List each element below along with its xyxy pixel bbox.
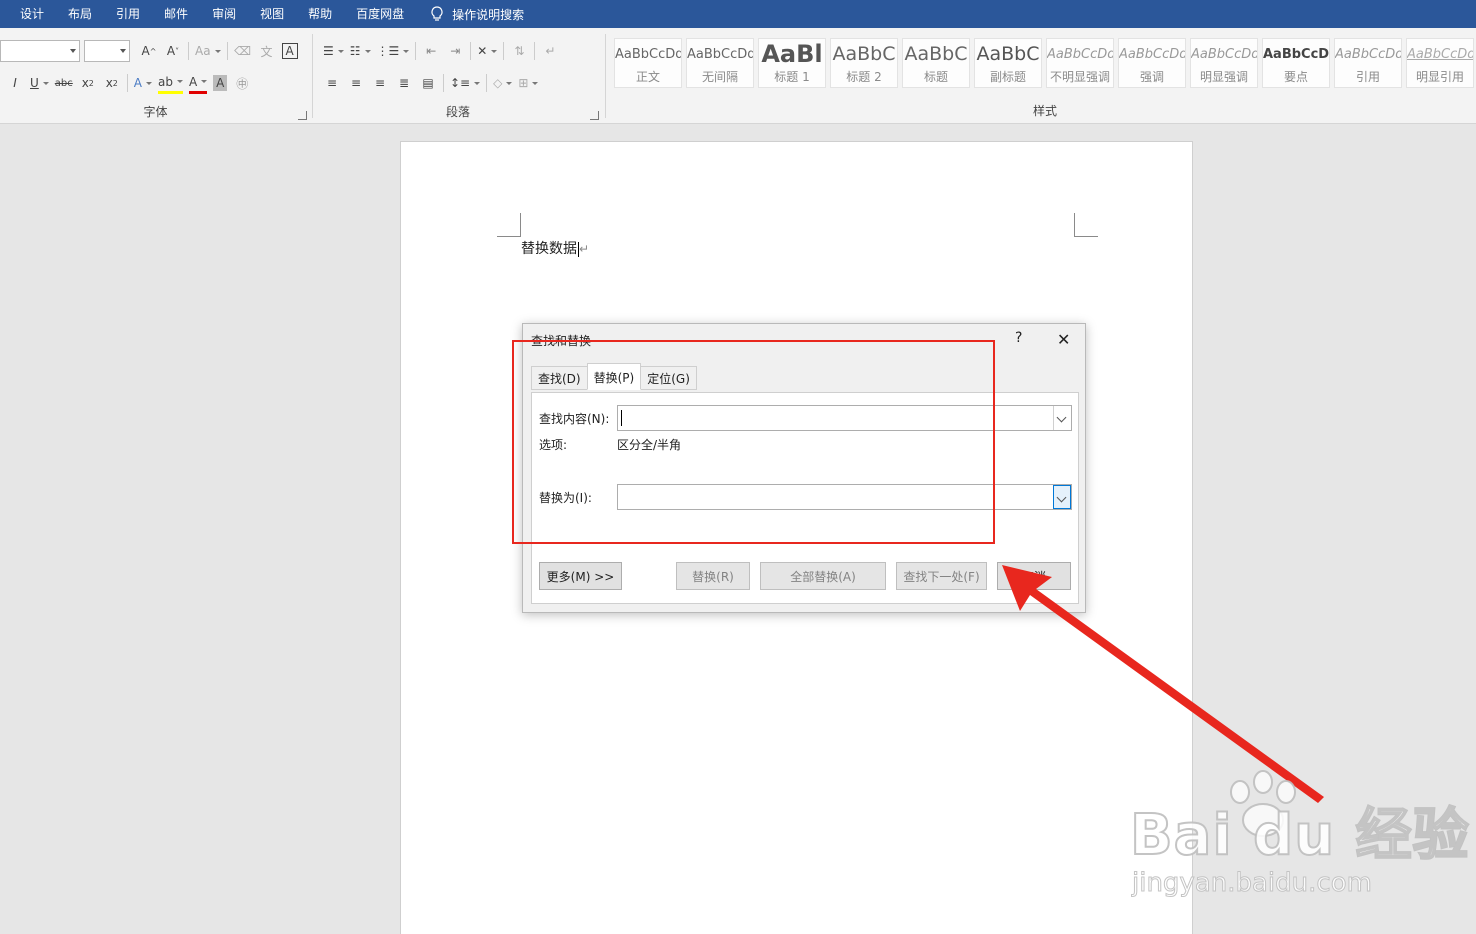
replace-with-label: 替换为(I): [539, 491, 592, 505]
replace-with-input[interactable] [617, 484, 1072, 510]
distributed-icon[interactable]: ▤ [419, 72, 437, 94]
borders-icon[interactable]: ⊞ [518, 72, 538, 94]
superscript-icon[interactable]: x2 [103, 72, 121, 94]
replace-all-button[interactable]: 全部替换(A) [760, 562, 886, 590]
tell-me-label: 操作说明搜索 [452, 7, 525, 22]
bullets-icon[interactable]: ☰ [323, 40, 344, 62]
underline-icon[interactable]: U [30, 72, 49, 94]
shading-icon[interactable]: ◇ [493, 72, 512, 94]
style-heading-2[interactable]: AaBbC 标题 2 [830, 38, 898, 88]
font-dialog-launcher-icon[interactable] [298, 111, 307, 120]
multilevel-list-icon[interactable]: ⋮☰ [377, 40, 410, 62]
char-border-icon[interactable]: A [281, 43, 298, 59]
style-title[interactable]: AaBbC 标题 [902, 38, 970, 88]
font-name-combo[interactable] [0, 40, 80, 62]
styles-group-label: 样式 [1032, 104, 1057, 118]
paragraph-mark-icon: ↵ [579, 242, 590, 256]
justify-icon[interactable]: ≣ [395, 72, 413, 94]
lightbulb-icon [431, 6, 443, 21]
align-right-icon[interactable]: ≡ [371, 72, 389, 94]
highlight-color-icon[interactable]: ab [158, 72, 183, 94]
font-group: A ^ A ˅ Aa ⌫ 文 A I U abc x2 x2 A ab A A ㊥ … [0, 28, 311, 124]
chevron-down-icon[interactable] [1053, 406, 1071, 430]
tab-find[interactable]: 查找(D) [531, 366, 588, 390]
margin-corner-top-right [1074, 213, 1098, 237]
margin-corner-top-left [497, 213, 521, 237]
increase-indent-icon[interactable]: ⇥ [446, 40, 464, 62]
numbering-icon[interactable]: ☷ [350, 40, 371, 62]
menu-mailings[interactable]: 邮件 [152, 0, 200, 28]
document-text: 替换数据 [521, 241, 577, 257]
line-spacing-icon[interactable]: ↕≡ [450, 72, 480, 94]
font-group-label: 字体 [143, 105, 168, 119]
dialog-tabs: 查找(D) 替换(P) 定位(G) [531, 363, 697, 390]
ribbon: A ^ A ˅ Aa ⌫ 文 A I U abc x2 x2 A ab A A ㊥ … [0, 28, 1476, 124]
paw-logo-icon [1230, 770, 1296, 837]
style-subtitle[interactable]: AaBbC 副标题 [974, 38, 1042, 88]
enclose-char-icon[interactable]: ㊥ [233, 72, 251, 94]
italic-icon[interactable]: I [6, 72, 24, 94]
sort-icon[interactable]: ⇅ [510, 40, 528, 62]
menu-bar: 设计 布局 引用 邮件 审阅 视图 帮助 百度网盘 操作说明搜索 [0, 0, 1476, 28]
find-next-button[interactable]: 查找下一处(F) [896, 562, 987, 590]
style-heading-1[interactable]: AaBl 标题 1 [758, 38, 826, 88]
font-size-combo[interactable] [84, 40, 130, 62]
chinese-layout-icon[interactable]: ✕ [477, 40, 497, 62]
cancel-button[interactable]: 取消 [997, 562, 1071, 590]
input-caret [621, 410, 622, 426]
more-button[interactable]: 更多(M) >> [539, 562, 622, 590]
options-label: 选项: [539, 438, 568, 452]
tab-goto[interactable]: 定位(G) [640, 366, 697, 390]
chevron-down-icon[interactable] [1053, 485, 1071, 509]
shrink-font-icon[interactable]: A ˅ [164, 40, 182, 62]
paragraph-dialog-launcher-icon[interactable] [590, 111, 599, 120]
font-color-icon[interactable]: A [189, 72, 208, 94]
style-strong[interactable]: AaBbCcDd要点 [1262, 38, 1330, 88]
menu-baidu-netdisk[interactable]: 百度网盘 [344, 0, 416, 28]
replace-tab-panel: 查找内容(N): 选项: 区分全/半角 替换为(I): 更多(M) >> 替换(… [531, 392, 1079, 604]
decrease-indent-icon[interactable]: ⇤ [422, 40, 440, 62]
options-value: 区分全/半角 [617, 438, 682, 452]
style-no-spacing[interactable]: AaBbCcDd 无间隔 [686, 38, 754, 88]
show-marks-icon[interactable]: ↵ [541, 40, 559, 62]
text-effects-icon[interactable]: A [134, 72, 152, 94]
style-intense-emphasis[interactable]: AaBbCcDd 明显强调 [1190, 38, 1258, 88]
align-left-icon[interactable]: ≡ [323, 72, 341, 94]
clear-format-icon[interactable]: ⌫ [234, 40, 252, 62]
grow-font-icon[interactable]: A ^ [140, 40, 158, 62]
close-icon[interactable]: ✕ [1057, 330, 1070, 349]
menu-review[interactable]: 审阅 [200, 0, 248, 28]
phonetic-guide-icon[interactable]: 文 [258, 40, 276, 62]
dialog-title: 查找和替换 [531, 334, 592, 348]
find-replace-dialog: 查找和替换 ? ✕ 查找(D) 替换(P) 定位(G) 查找内容(N): 选项:… [522, 323, 1086, 613]
find-what-input[interactable] [617, 405, 1072, 431]
menu-design[interactable]: 设计 [0, 0, 56, 28]
menu-help[interactable]: 帮助 [296, 0, 344, 28]
menu-view[interactable]: 视图 [248, 0, 296, 28]
chevron-down-icon [70, 49, 76, 53]
style-normal[interactable]: AaBbCcDd 正文 [614, 38, 682, 88]
strikethrough-icon[interactable]: abc [55, 72, 73, 94]
chevron-down-icon [120, 49, 126, 53]
style-subtle-emphasis[interactable]: AaBbCcDd 不明显强调 [1046, 38, 1114, 88]
paragraph-group: ☰ ☷ ⋮☰ ⇤ ⇥ ✕ ⇅ ↵ ≡ ≡ ≡ ≣ ▤ ↕≡ ◇ ⊞ 段落 [313, 28, 603, 124]
paragraph-group-label: 段落 [445, 105, 470, 119]
tab-replace[interactable]: 替换(P) [586, 363, 642, 390]
menu-layout[interactable]: 布局 [56, 0, 104, 28]
tell-me-search[interactable]: 操作说明搜索 [416, 6, 524, 23]
align-center-icon[interactable]: ≡ [347, 72, 365, 94]
document-body-text[interactable]: 替换数据 ↵ [521, 238, 589, 258]
menu-references[interactable]: 引用 [104, 0, 152, 28]
subscript-icon[interactable]: x2 [79, 72, 97, 94]
replace-button[interactable]: 替换(R) [676, 562, 750, 590]
style-intense-quote[interactable]: AaBbCcDd 明显引用 [1406, 38, 1474, 88]
help-icon[interactable]: ? [1015, 330, 1022, 346]
char-shading-icon[interactable]: A [213, 75, 228, 91]
change-case-icon[interactable]: Aa [195, 40, 221, 62]
find-what-label: 查找内容(N): [539, 412, 610, 426]
styles-gallery: AaBbCcDd 正文 AaBbCcDd 无间隔 AaBl 标题 1 AaBbC 标题 … [614, 38, 1476, 88]
style-quote[interactable]: AaBbCcDd 引用 [1334, 38, 1402, 88]
style-emphasis[interactable]: AaBbCcDd 强调 [1118, 38, 1186, 88]
